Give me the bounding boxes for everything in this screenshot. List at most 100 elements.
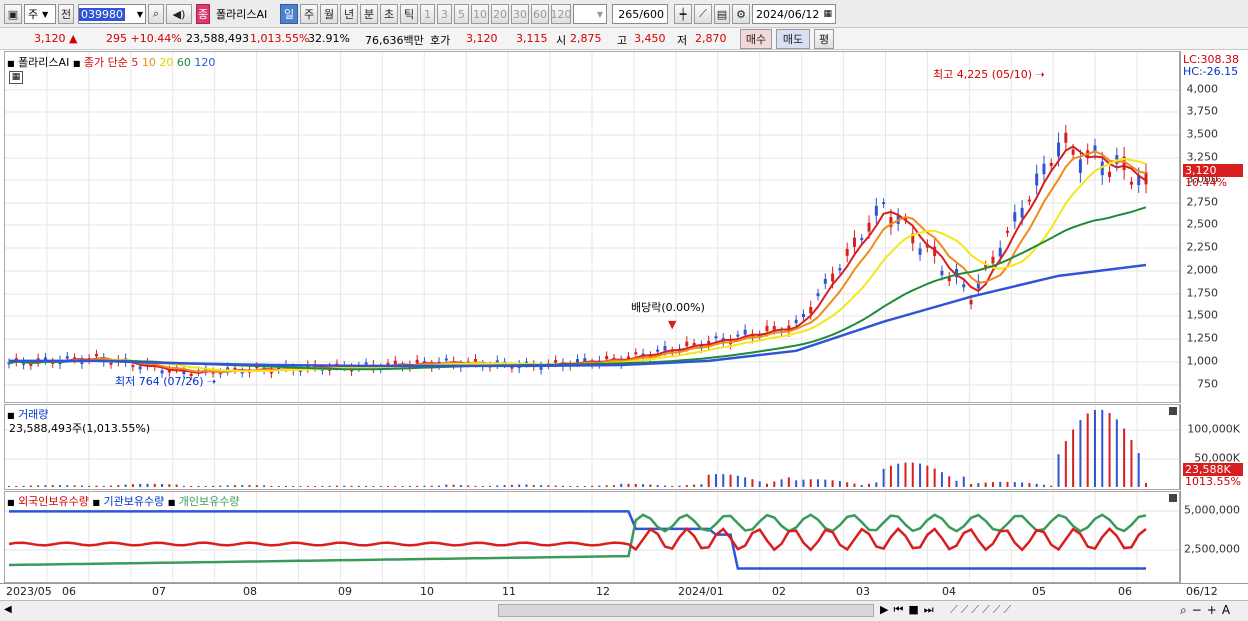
- volume-bar: [452, 484, 455, 487]
- drawing-tools[interactable]: ⟋⟋⟋⟋⟋⟋: [950, 603, 1014, 617]
- price-panel[interactable]: ▼ ■ 폴라리스AI ■ 종가 단순 5 10 20 60 120 ▦ 최고 4…: [4, 51, 1180, 403]
- volume-bar: [263, 485, 266, 487]
- num-1[interactable]: 1: [420, 4, 435, 24]
- volume-bar: [496, 485, 499, 487]
- ma-label: 종가 단순: [83, 56, 128, 69]
- search-icon[interactable]: ⌕: [148, 4, 164, 24]
- panel-close-icon[interactable]: [1169, 407, 1177, 415]
- tool-icon[interactable]: ⟋: [694, 4, 712, 24]
- volume-bar: [634, 483, 637, 487]
- ma-120: 120: [194, 56, 216, 69]
- candle-body: [415, 359, 419, 364]
- num-20[interactable]: 20: [491, 4, 509, 24]
- volume-bar: [102, 486, 105, 487]
- volume-bar: [467, 485, 470, 487]
- candle-body: [940, 270, 944, 276]
- date-field[interactable]: 2024/06/12 ▦: [752, 4, 836, 24]
- legend-marker-icon: ■: [7, 59, 15, 68]
- volume-bar: [663, 485, 666, 487]
- volume-bar: [299, 486, 302, 487]
- num-60[interactable]: 60: [531, 4, 549, 24]
- candle-body: [991, 256, 995, 264]
- candle-body: [765, 325, 769, 332]
- volume-chart[interactable]: [5, 405, 1179, 489]
- panel-close-icon[interactable]: [1169, 494, 1177, 502]
- period-tick[interactable]: 틱: [400, 4, 418, 24]
- period-year[interactable]: 년: [340, 4, 358, 24]
- period-week[interactable]: 주: [300, 4, 318, 24]
- period-day[interactable]: 일: [280, 4, 298, 24]
- candle-body: [736, 334, 740, 337]
- ytick: 100,000K: [1187, 422, 1240, 436]
- prev-button[interactable]: 전: [58, 4, 74, 24]
- candle-body: [998, 247, 1002, 257]
- legend-marker-icon: ■: [7, 411, 15, 420]
- volume-value: 23,588,493주(1,013.55%): [9, 422, 151, 435]
- volume-bar: [277, 486, 280, 487]
- volume-bar: [481, 486, 484, 487]
- volume-bar: [860, 485, 863, 487]
- candle-body: [65, 356, 69, 359]
- foreign-line: [8, 527, 1147, 552]
- num-120[interactable]: 120: [551, 4, 572, 24]
- period-month[interactable]: 월: [320, 4, 338, 24]
- layout-icon[interactable]: ▣: [4, 4, 22, 24]
- volume-bar: [889, 465, 892, 487]
- ytick: 3,500: [1186, 127, 1219, 141]
- volume-bar: [787, 477, 790, 487]
- holding-panel[interactable]: ■ 외국인보유수량 ■ 기관보유수량 ■ 개인보유수량: [4, 491, 1180, 583]
- volume-bar: [394, 486, 397, 487]
- speaker-icon[interactable]: ◀): [166, 4, 192, 24]
- zoom-controls[interactable]: ⌕−+A: [1180, 603, 1235, 618]
- scroll-left-icon[interactable]: ◀: [4, 604, 12, 615]
- low-note: 최저 764 (07/26): [115, 375, 204, 388]
- gear-icon[interactable]: ⚙: [732, 4, 750, 24]
- candle-body: [1035, 173, 1039, 186]
- code-input[interactable]: 039980 ▼: [78, 4, 146, 24]
- date-value: 2024/06/12: [756, 7, 820, 21]
- legend-individual: 개인보유수량: [178, 495, 240, 508]
- volume-bar: [175, 484, 178, 487]
- legend-marker-icon: ■: [167, 498, 176, 507]
- price-chart[interactable]: ▼: [5, 52, 1179, 402]
- ytick: 1,000: [1186, 354, 1219, 368]
- save-icon[interactable]: ▤: [714, 4, 730, 24]
- volume-bar: [59, 485, 62, 487]
- scroll-bar[interactable]: ◀ ▶⏮■⏭ ⟋⟋⟋⟋⟋⟋ ⌕−+A: [0, 600, 1248, 621]
- candle-body: [831, 273, 835, 282]
- volume-bar: [656, 485, 659, 487]
- ytick: 2,500,000: [1184, 542, 1240, 556]
- period-minute[interactable]: 분: [360, 4, 378, 24]
- dividend-marker-icon: ▼: [668, 318, 677, 331]
- volume-panel[interactable]: ■ 거래량 23,588,493주(1,013.55%): [4, 404, 1180, 490]
- volume-bar: [372, 486, 375, 487]
- candle-body: [1108, 171, 1112, 177]
- eval-button[interactable]: 평: [814, 29, 834, 49]
- market-select[interactable]: 주 ▼: [24, 4, 56, 24]
- num-3[interactable]: 3: [437, 4, 452, 24]
- ytick: 5,000,000: [1184, 503, 1240, 517]
- legend-marker-icon: ■: [7, 498, 15, 507]
- unit-select[interactable]: ▼: [573, 4, 607, 24]
- num-5[interactable]: 5: [454, 4, 469, 24]
- xtick: 09: [338, 585, 352, 598]
- volume-bar: [1086, 413, 1089, 487]
- num-30[interactable]: 30: [511, 4, 529, 24]
- volume-bar: [292, 486, 295, 487]
- volume-bar: [758, 481, 761, 487]
- sell-button[interactable]: 매도: [776, 29, 810, 49]
- period-second[interactable]: 초: [380, 4, 398, 24]
- volume-bar: [1057, 454, 1060, 487]
- buy-button[interactable]: 매수: [740, 29, 772, 49]
- count-field[interactable]: 265/600: [612, 4, 668, 24]
- ytick: 4,000: [1186, 82, 1219, 96]
- volume-bar: [1093, 409, 1096, 487]
- calculator-icon[interactable]: ▦: [9, 71, 23, 84]
- volume-bar: [139, 483, 142, 487]
- nav-controls[interactable]: ▶⏮■⏭: [880, 603, 939, 617]
- num-10[interactable]: 10: [471, 4, 489, 24]
- turnover: 32.91%: [308, 32, 350, 45]
- candle-icon[interactable]: ┿: [674, 4, 692, 24]
- scroll-thumb[interactable]: [498, 604, 874, 617]
- price-axis: LC:308.38 HC:-26.15 4,000 3,750 3,500 3,…: [1180, 51, 1244, 403]
